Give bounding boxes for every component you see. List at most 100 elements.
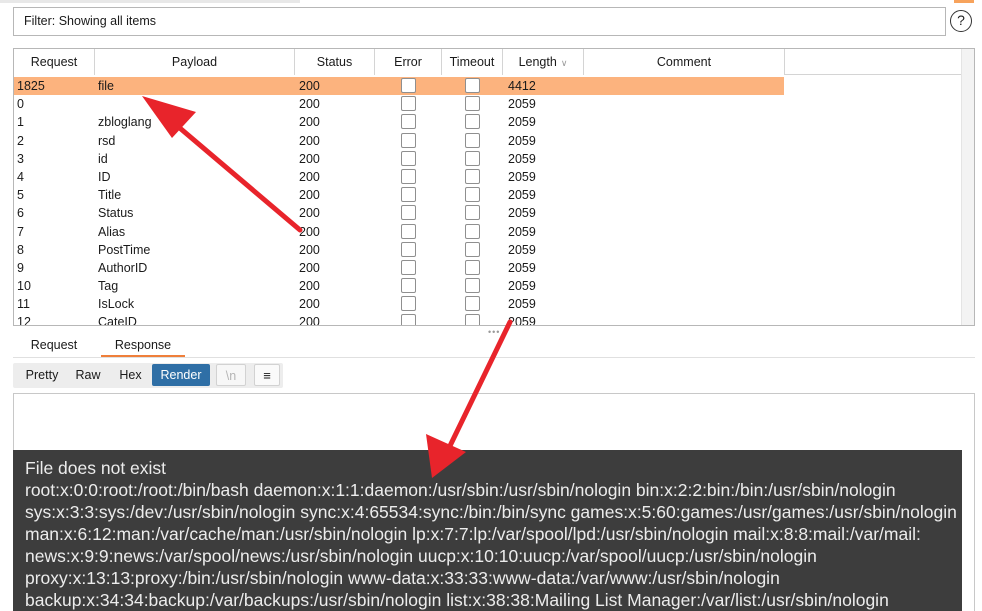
cell-payload: IsLock bbox=[98, 297, 135, 312]
render-passwd-line: news:x:9:9:news:/var/spool/news:/usr/sbi… bbox=[25, 546, 817, 566]
table-row[interactable]: 3 id 200 2059 bbox=[14, 150, 962, 168]
table-row[interactable]: 2 rsd 200 2059 bbox=[14, 132, 962, 150]
timeout-checkbox[interactable] bbox=[465, 132, 480, 148]
column-header-error[interactable]: Error bbox=[375, 49, 442, 75]
render-passwd-line: proxy:x:13:13:proxy:/bin:/usr/sbin/nolog… bbox=[25, 568, 780, 588]
hamburger-menu-icon[interactable]: ≡ bbox=[254, 364, 280, 386]
cell-length: 2059 bbox=[508, 206, 536, 221]
cell-request: 7 bbox=[17, 224, 24, 239]
newline-toggle-button[interactable]: \n bbox=[216, 364, 246, 386]
timeout-checkbox[interactable] bbox=[465, 278, 480, 294]
cell-request: 9 bbox=[17, 260, 24, 275]
timeout-checkbox[interactable] bbox=[465, 187, 480, 203]
column-header-payload[interactable]: Payload bbox=[95, 49, 295, 75]
error-checkbox[interactable] bbox=[401, 187, 416, 203]
table-row[interactable]: 1 zbloglang 200 2059 bbox=[14, 113, 962, 131]
cell-status: 200 bbox=[299, 151, 320, 166]
tab-response[interactable]: Response bbox=[101, 334, 185, 357]
timeout-checkbox[interactable] bbox=[465, 114, 480, 130]
render-button[interactable]: Render bbox=[152, 364, 210, 386]
error-checkbox[interactable] bbox=[401, 314, 416, 325]
pretty-button[interactable]: Pretty bbox=[22, 364, 62, 386]
table-row[interactable]: 12 CateID 200 2059 bbox=[14, 313, 962, 326]
timeout-checkbox[interactable] bbox=[465, 168, 480, 184]
cell-request: 6 bbox=[17, 206, 24, 221]
table-row[interactable]: 5 Title 200 2059 bbox=[14, 186, 962, 204]
table-row[interactable]: 1825 file 200 4412 bbox=[14, 77, 784, 96]
error-checkbox[interactable] bbox=[401, 114, 416, 130]
error-checkbox[interactable] bbox=[401, 259, 416, 275]
cell-status: 200 bbox=[299, 97, 320, 112]
cell-status: 200 bbox=[299, 133, 320, 148]
cell-length: 2059 bbox=[508, 97, 536, 112]
render-passwd-line: man:x:6:12:man:/var/cache/man:/usr/sbin/… bbox=[25, 524, 921, 544]
cell-request: 4 bbox=[17, 169, 24, 184]
cell-status: 200 bbox=[299, 188, 320, 203]
filter-text: Filter: Showing all items bbox=[24, 14, 156, 28]
timeout-checkbox[interactable] bbox=[465, 205, 480, 221]
timeout-checkbox[interactable] bbox=[465, 241, 480, 257]
cell-request: 10 bbox=[17, 279, 31, 294]
column-header-status[interactable]: Status bbox=[295, 49, 375, 75]
error-checkbox[interactable] bbox=[401, 78, 416, 93]
table-row[interactable]: 8 PostTime 200 2059 bbox=[14, 241, 962, 259]
render-passwd-line: root:x:0:0:root:/root:/bin/bash daemon:x… bbox=[25, 480, 896, 500]
render-passwd-line: backup:x:34:34:backup:/var/backups:/usr/… bbox=[25, 590, 889, 610]
cell-payload: Title bbox=[98, 188, 122, 203]
timeout-checkbox[interactable] bbox=[465, 259, 480, 275]
cell-status: 200 bbox=[299, 315, 320, 326]
timeout-checkbox[interactable] bbox=[465, 150, 480, 166]
cell-request: 1825 bbox=[17, 79, 45, 93]
cell-status: 200 bbox=[299, 206, 320, 221]
cell-length: 2059 bbox=[508, 279, 536, 294]
table-row[interactable]: 11 IsLock 200 2059 bbox=[14, 295, 962, 313]
cell-payload: rsd bbox=[98, 133, 116, 148]
table-body: 1825 file 200 4412 0 200 2059 1 zbloglang 200 2059… bbox=[14, 77, 962, 326]
table-row[interactable]: 9 AuthorID 200 2059 bbox=[14, 259, 962, 277]
cell-length: 2059 bbox=[508, 151, 536, 166]
hex-button[interactable]: Hex bbox=[114, 364, 147, 386]
table-row[interactable]: 10 Tag 200 2059 bbox=[14, 277, 962, 295]
timeout-checkbox[interactable] bbox=[465, 78, 480, 93]
message-tabs: Request Response bbox=[13, 334, 975, 358]
error-checkbox[interactable] bbox=[401, 150, 416, 166]
cell-length: 4412 bbox=[508, 79, 536, 93]
error-checkbox[interactable] bbox=[401, 278, 416, 294]
timeout-checkbox[interactable] bbox=[465, 96, 480, 112]
table-row[interactable]: 7 Alias 200 2059 bbox=[14, 223, 962, 241]
filter-bar[interactable]: Filter: Showing all items bbox=[13, 7, 946, 36]
top-accent-bar bbox=[0, 0, 982, 3]
column-header-timeout[interactable]: Timeout bbox=[442, 49, 503, 75]
cell-payload: PostTime bbox=[98, 242, 151, 257]
column-header-request[interactable]: Request bbox=[14, 49, 95, 75]
sort-descending-icon: ∨ bbox=[560, 58, 568, 68]
error-checkbox[interactable] bbox=[401, 132, 416, 148]
cell-payload: zbloglang bbox=[98, 115, 152, 130]
error-checkbox[interactable] bbox=[401, 205, 416, 221]
cell-payload: Status bbox=[98, 206, 134, 221]
help-icon[interactable]: ? bbox=[950, 10, 972, 32]
tab-request[interactable]: Request bbox=[19, 334, 89, 357]
raw-button[interactable]: Raw bbox=[73, 364, 103, 386]
timeout-checkbox[interactable] bbox=[465, 314, 480, 325]
error-checkbox[interactable] bbox=[401, 223, 416, 239]
error-checkbox[interactable] bbox=[401, 168, 416, 184]
cell-length: 2059 bbox=[508, 169, 536, 184]
cell-request: 1 bbox=[17, 115, 24, 130]
error-checkbox[interactable] bbox=[401, 296, 416, 312]
timeout-checkbox[interactable] bbox=[465, 223, 480, 239]
error-checkbox[interactable] bbox=[401, 96, 416, 112]
column-header-comment[interactable]: Comment bbox=[584, 49, 785, 75]
table-row[interactable]: 6 Status 200 2059 bbox=[14, 204, 962, 222]
column-header-length[interactable]: Length ∨ bbox=[503, 49, 584, 75]
cell-length: 2059 bbox=[508, 224, 536, 239]
cell-request: 8 bbox=[17, 242, 24, 257]
table-vertical-scrollbar[interactable] bbox=[961, 49, 974, 325]
cell-status: 200 bbox=[299, 279, 320, 294]
error-checkbox[interactable] bbox=[401, 241, 416, 257]
table-row[interactable]: 0 200 2059 bbox=[14, 95, 962, 113]
table-row[interactable]: 4 ID 200 2059 bbox=[14, 168, 962, 186]
timeout-checkbox[interactable] bbox=[465, 296, 480, 312]
render-passwd-line: sys:x:3:3:sys:/dev:/usr/sbin/nologin syn… bbox=[25, 502, 957, 522]
cell-request: 2 bbox=[17, 133, 24, 148]
